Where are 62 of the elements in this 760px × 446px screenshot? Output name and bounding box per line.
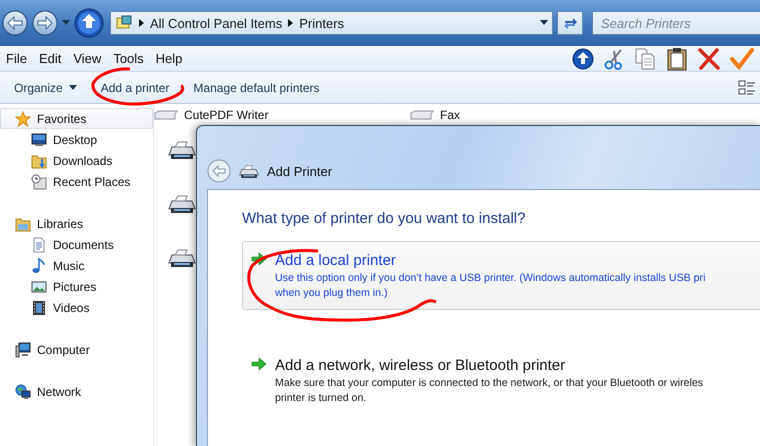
refresh-arrows-icon [562, 15, 578, 31]
picture-icon [31, 278, 47, 294]
star-icon [15, 110, 31, 126]
delete-x-icon[interactable] [698, 48, 720, 70]
nav-group-item[interactable]: Favorites [0, 108, 153, 129]
globe-monitor-icon [15, 384, 31, 400]
library-folder-icon [15, 216, 31, 232]
checkmark-icon[interactable] [730, 48, 754, 70]
printer-type-option[interactable]: Add a local printer Use this option only if you don’t have a USB printer. (Windows automatically installs USB pri when you plug them in.) [242, 241, 760, 310]
menu-item[interactable]: Tools [113, 51, 152, 66]
dialog-title: Add Printer [267, 164, 332, 178]
menu-item[interactable]: File [6, 51, 35, 66]
breadcrumb-arrow-icon [139, 19, 144, 27]
scissors-icon[interactable] [604, 48, 624, 70]
nav-group-item[interactable]: Network [0, 381, 153, 402]
breadcrumb[interactable]: Printers [299, 16, 344, 30]
folder-icon [31, 152, 47, 168]
printer-icon [168, 194, 196, 214]
menu-item[interactable]: Edit [38, 51, 70, 66]
right-arrow-icon [251, 252, 267, 266]
toolbar-button[interactable]: Manage default printers [187, 76, 326, 98]
copy-icon[interactable] [634, 48, 656, 70]
search-field[interactable]: Search Printers [592, 11, 760, 35]
nav-item[interactable]: Documents [0, 234, 153, 255]
nav-item[interactable]: Desktop [0, 129, 153, 150]
computer-icon [15, 342, 31, 358]
toolbar-button[interactable]: Add a printer [94, 76, 176, 98]
dropdown-caret-icon[interactable] [540, 20, 548, 26]
printer-icon [239, 164, 259, 178]
clipboard-icon[interactable] [666, 46, 688, 70]
printer-name[interactable]: Fax [440, 108, 460, 122]
menu-item[interactable]: Help [156, 51, 190, 66]
address-bar[interactable]: All Control Panel Items Printers [110, 11, 554, 35]
nav-item[interactable]: Pictures [0, 276, 153, 297]
nav-item[interactable]: Downloads [0, 150, 153, 171]
film-strip-icon [31, 300, 47, 316]
up-button[interactable] [74, 8, 104, 38]
nav-group-item[interactable]: Computer [0, 339, 153, 360]
folder-tab-icon [410, 110, 434, 120]
music-note-icon [31, 258, 47, 274]
refresh-button[interactable] [557, 11, 583, 35]
view-options-icon[interactable] [738, 78, 756, 96]
forward-button[interactable] [32, 10, 58, 36]
dialog-heading: What type of printer do you want to install? [242, 210, 526, 227]
right-arrow-icon [251, 357, 267, 371]
menu-item[interactable]: View [73, 51, 110, 66]
breadcrumb-arrow-icon [288, 19, 294, 27]
printer-icon [168, 140, 196, 160]
printer-icon [168, 248, 196, 268]
printer-type-option[interactable]: Add a network, wireless or Bluetooth printer Make sure that your computer is connected to the network, or that your Bluetooth or wireles printer is turned on. [242, 346, 760, 415]
breadcrumb[interactable]: All Control Panel Items [150, 16, 282, 30]
nav-item[interactable]: Recent Places [0, 171, 153, 192]
toolbar-button[interactable]: Organize [8, 76, 83, 98]
nav-item[interactable]: Music [0, 255, 153, 276]
nav-item[interactable]: Videos [0, 297, 153, 318]
clock-folder-icon [31, 174, 47, 190]
document-icon [31, 236, 47, 252]
dropdown-caret-icon [68, 85, 77, 90]
back-button[interactable] [2, 10, 28, 36]
nav-group-item[interactable]: Libraries [0, 213, 153, 234]
monitor-icon [31, 132, 47, 148]
printer-name[interactable]: CutePDF Writer [184, 108, 268, 122]
